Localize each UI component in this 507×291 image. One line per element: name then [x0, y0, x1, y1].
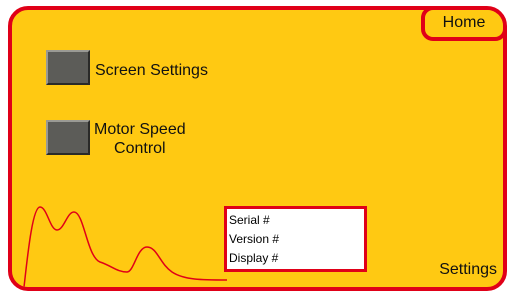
home-button[interactable]: Home — [421, 10, 503, 41]
motor-speed-control-button[interactable] — [46, 120, 90, 155]
version-number-label: Version # — [229, 232, 280, 246]
display-number-label: Display # — [229, 251, 279, 265]
settings-panel: Home Screen Settings Motor Speed Control… — [8, 6, 507, 291]
serial-number-label: Serial # — [229, 213, 270, 227]
screen-settings-button[interactable] — [46, 50, 90, 85]
screen-settings-label: Screen Settings — [95, 62, 208, 79]
screen-name-label: Settings — [439, 261, 497, 278]
decorative-wave-graphic — [23, 206, 228, 287]
device-info-box: Serial # Version # Display # — [224, 206, 367, 272]
motor-speed-control-label: Motor Speed Control — [94, 121, 186, 157]
home-button-label: Home — [442, 14, 486, 31]
